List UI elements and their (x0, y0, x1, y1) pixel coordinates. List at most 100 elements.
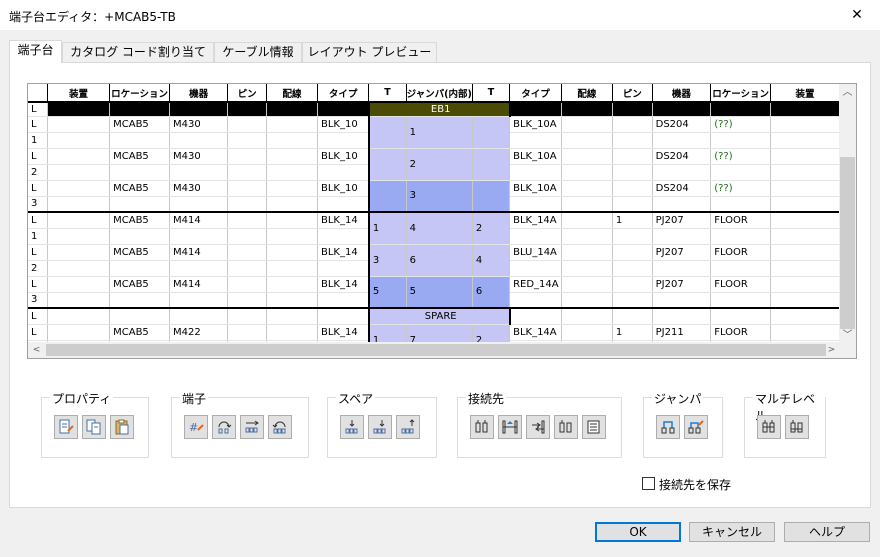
right-pin-cell[interactable]: 1 (612, 211, 653, 229)
help-button[interactable]: ヘルプ (784, 522, 870, 542)
grid-cell[interactable] (652, 292, 712, 309)
left-pin-cell[interactable] (227, 180, 268, 197)
grid-cell[interactable] (109, 292, 170, 309)
edit-properties-button[interactable] (54, 415, 78, 439)
left-type-cell[interactable]: BLK_14 (317, 276, 370, 293)
grid-cell[interactable] (266, 228, 318, 245)
grid-cell[interactable] (169, 132, 229, 149)
grid-cell[interactable] (561, 292, 613, 309)
jumper-cell[interactable]: 4 (406, 211, 473, 245)
grid-cell[interactable] (509, 292, 562, 309)
grid-cell[interactable] (227, 102, 268, 117)
grid-cell[interactable] (612, 164, 653, 181)
grid-cell[interactable] (710, 164, 772, 181)
grid-cell[interactable] (47, 324, 111, 341)
grid-cell[interactable] (47, 116, 111, 133)
scroll-left-icon[interactable]: < (28, 342, 45, 358)
right-wire-cell[interactable] (561, 180, 613, 197)
grid-cell[interactable] (109, 164, 170, 181)
right-location-cell[interactable]: FLOOR (710, 211, 772, 229)
save-connections-checkbox[interactable] (642, 477, 655, 490)
left-pin-cell[interactable] (227, 211, 268, 229)
grid-cell[interactable] (47, 276, 111, 293)
grid-cell[interactable] (612, 196, 653, 213)
grid-cell[interactable] (109, 196, 170, 213)
connection-move-button[interactable] (526, 415, 550, 439)
right-pin-cell[interactable]: 1 (612, 324, 653, 341)
grid-cell[interactable] (509, 164, 562, 181)
left-type-cell[interactable]: BLK_14 (317, 244, 370, 261)
grid-cell[interactable] (47, 260, 111, 277)
grid-cell[interactable] (109, 102, 170, 117)
row-header[interactable]: L (28, 324, 48, 341)
grid-cell[interactable] (509, 132, 562, 149)
multilevel-add-button[interactable] (757, 415, 781, 439)
grid-cell[interactable] (509, 196, 562, 213)
grid-cell[interactable] (561, 307, 613, 325)
right-terminal-cell[interactable] (472, 180, 511, 213)
left-pin-cell[interactable] (227, 324, 268, 341)
grid-cell[interactable] (169, 228, 229, 245)
left-device-cell[interactable]: M414 (169, 276, 229, 293)
horizontal-scroll-thumb[interactable] (46, 344, 826, 356)
grid-cell[interactable] (652, 164, 712, 181)
grid-cell[interactable] (266, 307, 318, 325)
row-header[interactable]: L (28, 211, 48, 229)
right-pin-cell[interactable] (612, 116, 653, 133)
right-device-cell[interactable]: DS204 (652, 148, 712, 165)
grid-cell[interactable] (317, 228, 370, 245)
right-type-cell[interactable]: RED_14A (509, 276, 562, 293)
row-number[interactable]: 1 (28, 228, 48, 245)
table-row[interactable]: L MCAB5 M422 BLK_14 1 7 2 BLK_14A 1 PJ211 FLOOR (28, 324, 840, 344)
grid-cell[interactable] (317, 196, 370, 213)
left-location-cell[interactable]: MCAB5 (109, 116, 170, 133)
row-header[interactable]: L (28, 180, 48, 197)
grid-cell[interactable] (169, 196, 229, 213)
right-device-cell[interactable]: PJ207 (652, 244, 712, 261)
grid-cell[interactable] (561, 132, 613, 149)
grid-cell[interactable] (47, 196, 111, 213)
right-device-cell[interactable]: PJ207 (652, 276, 712, 293)
column-header[interactable]: ジャンパ(内部) (406, 84, 473, 103)
grid-cell[interactable] (109, 307, 170, 325)
grid-cell[interactable] (509, 228, 562, 245)
jumper-add-button[interactable] (656, 415, 680, 439)
cancel-button[interactable]: キャンセル (689, 522, 775, 542)
grid-cell[interactable] (770, 260, 840, 277)
insert-spare-button[interactable] (340, 415, 364, 439)
grid-cell[interactable] (652, 260, 712, 277)
tab-cable-info[interactable]: ケーブル情報 (214, 42, 302, 62)
left-type-cell[interactable]: BLK_10 (317, 116, 370, 133)
left-terminal-cell[interactable]: 1 (367, 211, 407, 245)
grid-cell[interactable] (652, 196, 712, 213)
right-type-cell[interactable]: BLU_14A (509, 244, 562, 261)
grid-cell[interactable] (509, 307, 562, 325)
column-header[interactable]: 配線 (561, 84, 613, 103)
left-type-cell[interactable]: BLK_10 (317, 148, 370, 165)
connection-list-button[interactable] (582, 415, 606, 439)
grid-cell[interactable] (266, 196, 318, 213)
right-device-cell[interactable]: DS204 (652, 116, 712, 133)
grid-cell[interactable] (317, 307, 370, 325)
column-header[interactable]: 機器 (652, 84, 712, 103)
right-pin-cell[interactable] (612, 276, 653, 293)
grid-cell[interactable] (227, 164, 268, 181)
right-terminal-cell[interactable]: 2 (472, 211, 511, 245)
right-wire-cell[interactable] (561, 244, 613, 261)
grid-cell[interactable] (227, 260, 268, 277)
grid-cell[interactable] (47, 164, 111, 181)
grid-cell[interactable] (652, 132, 712, 149)
left-terminal-cell[interactable] (367, 148, 407, 181)
left-device-cell[interactable]: M430 (169, 148, 229, 165)
grid-cell[interactable] (710, 132, 772, 149)
row-number[interactable]: 2 (28, 164, 48, 181)
copy-properties-button[interactable] (82, 415, 106, 439)
grid-cell[interactable] (612, 228, 653, 245)
row-header[interactable]: L (28, 116, 48, 133)
horizontal-scrollbar[interactable]: < > (28, 342, 840, 358)
move-terminal-button[interactable] (240, 415, 264, 439)
tab-catalog-assignment[interactable]: カタログ コード割り当て (62, 42, 214, 62)
grid-cell[interactable] (612, 260, 653, 277)
grid-cell[interactable] (561, 196, 613, 213)
grid-cell[interactable] (169, 102, 229, 117)
